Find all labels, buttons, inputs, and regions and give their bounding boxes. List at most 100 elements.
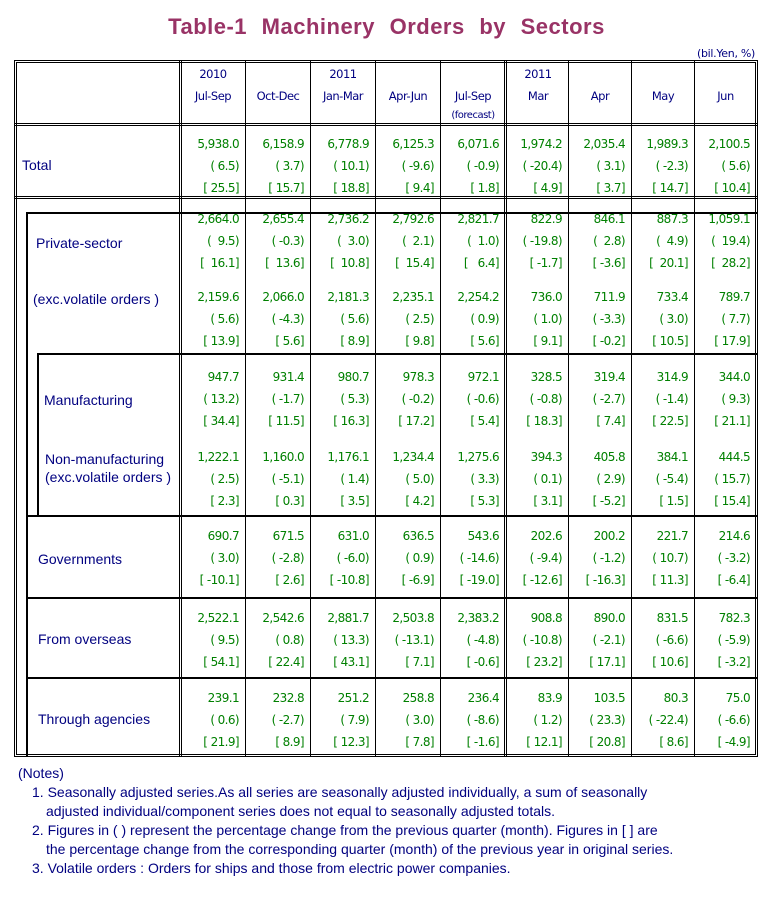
cell-qoq-change: ( 0.6) [210, 713, 239, 727]
data-cell: 2,655.4 ( -0.3) [ 13.6] [245, 208, 304, 274]
data-cell: 890.0 ( -2.1) [ 17.1] [568, 607, 625, 673]
cell-yoy-change: [ 25.5] [203, 181, 239, 195]
cell-value: 2,254.2 [457, 290, 499, 304]
cell-value: 2,736.2 [327, 212, 369, 226]
cell-yoy-change: [ -19.0] [459, 573, 500, 587]
data-cell: 202.6 ( -9.4) [ -12.6] [505, 525, 563, 591]
row-label-text: Governments [38, 551, 123, 567]
cell-qoq-change: ( 13.2) [203, 392, 239, 406]
cell-qoq-change: ( -20.4) [522, 159, 563, 173]
cell-qoq-change: ( 1.0) [467, 234, 499, 248]
row-label-text: From overseas [38, 631, 132, 647]
data-cell: 831.5 ( -6.6) [ 10.6] [631, 607, 688, 673]
cell-yoy-change: [ 21.9] [203, 735, 239, 749]
data-cell: 931.4 ( -1.7) [ 11.5] [245, 366, 304, 432]
note-3: 3. Volatile orders : Orders for ships an… [32, 860, 511, 876]
cell-value: 789.7 [718, 290, 751, 304]
cell-yoy-change: [ 22.4] [268, 655, 304, 669]
cell-qoq-change: ( 2.5) [405, 312, 434, 326]
cell-yoy-change: [ 17.9] [714, 334, 750, 348]
cell-value: 2,035.4 [583, 137, 625, 151]
cell-yoy-change: [ -6.9] [401, 573, 435, 587]
data-cell: 1,234.4 ( 5.0) [ 4.2] [375, 446, 434, 512]
data-cell: 2,254.2 ( 0.9) [ 5.6] [440, 286, 499, 352]
cell-yoy-change: [ 3.1] [533, 494, 562, 508]
data-cell: 232.8 ( -2.7) [ 8.9] [245, 687, 305, 753]
note-1-cont: adjusted individual/component series doe… [46, 803, 555, 819]
data-cell: 846.1 ( 2.8) [ -3.6] [568, 208, 626, 274]
cell-yoy-change: [ 7.4] [596, 414, 625, 428]
cell-yoy-change: [ 28.2] [711, 256, 751, 270]
cell-qoq-change: ( -3.2) [717, 551, 751, 565]
cell-yoy-change: [ 10.5] [652, 334, 688, 348]
cell-value: 690.7 [207, 529, 240, 543]
data-cell: 947.7 ( 13.2) [ 34.4] [180, 366, 239, 432]
data-cell: 789.7 ( 7.7) [ 17.9] [694, 286, 750, 352]
private-group-border [26, 212, 28, 757]
cell-qoq-change: ( -5.4) [655, 472, 689, 486]
data-cell: 2,792.6 ( 2.1) [ 15.4] [375, 208, 434, 274]
column-header-line: Oct-Dec [256, 89, 300, 103]
cell-value: 328.5 [530, 370, 563, 384]
data-cell: 822.9 ( -19.8) [ -1.7] [505, 208, 563, 274]
data-cell: 200.2 ( -1.2) [ -16.3] [568, 525, 626, 591]
cell-value: 103.5 [593, 691, 626, 705]
cell-qoq-change: ( 10.1) [333, 159, 369, 173]
cell-yoy-change: [ 11.3] [652, 573, 688, 587]
column-header: Apr [569, 63, 631, 125]
row-label-text: Private-sector [36, 235, 123, 251]
column-header-line [376, 63, 440, 85]
cell-yoy-change: [ -0.6] [466, 655, 500, 669]
cell-yoy-change: [ 22.5] [652, 414, 688, 428]
column-header-line [441, 63, 505, 85]
row-label-text: (exc.volatile orders ) [33, 291, 160, 307]
column-header-line: 2011 [524, 67, 552, 81]
cell-yoy-change: [ -6.4] [717, 573, 751, 587]
cell-yoy-change: [ 1.5] [659, 494, 688, 508]
data-cell: 631.0 ( -6.0) [ -10.8] [310, 525, 370, 591]
column-header-line [632, 107, 694, 125]
cell-value: 2,792.6 [392, 212, 434, 226]
cell-qoq-change: ( 3.7) [275, 159, 304, 173]
data-cell: 258.8 ( 3.0) [ 7.8] [375, 687, 435, 753]
data-cell: 103.5 ( 23.3) [ 20.8] [568, 687, 625, 753]
cell-yoy-change: [ 4.9] [533, 181, 562, 195]
cell-qoq-change: ( -22.4) [648, 713, 689, 727]
column-header: 2010 Jul-Sep [181, 63, 245, 125]
column-header-line [569, 63, 631, 85]
cell-qoq-change: ( -2.8) [271, 551, 305, 565]
cell-yoy-change: [ 8.9] [275, 735, 304, 749]
cell-yoy-change: [ -3.6] [592, 256, 626, 270]
data-cell: 314.9 ( -1.4) [ 22.5] [631, 366, 688, 432]
cell-value: 631.0 [337, 529, 370, 543]
cell-yoy-change: [ 9.4] [405, 181, 434, 195]
row-label-text-2: (exc.volatile orders ) [45, 469, 172, 485]
cell-yoy-change: [ 34.4] [203, 414, 239, 428]
row-label-text: Non-manufacturing [45, 451, 165, 467]
row-label: Non-manufacturing (exc.volatile orders ) [45, 450, 171, 486]
cell-value: 80.3 [663, 691, 689, 705]
data-cell: 711.9 ( -3.3) [ -0.2] [568, 286, 626, 352]
cell-qoq-change: ( -6.6) [717, 713, 751, 727]
cell-qoq-change: ( 3.0) [210, 551, 239, 565]
cell-yoy-change: [ 13.6] [265, 256, 305, 270]
cell-qoq-change: ( 2.5) [210, 472, 239, 486]
cell-yoy-change: [ 16.3] [333, 414, 369, 428]
cell-yoy-change: [ 15.4] [395, 256, 435, 270]
cell-qoq-change: ( 3.0) [659, 312, 688, 326]
column-header-line [311, 107, 375, 125]
cell-qoq-change: ( 5.6) [340, 312, 369, 326]
data-cell: 736.0 ( 1.0) [ 9.1] [505, 286, 563, 352]
cell-value: 1,989.3 [646, 137, 688, 151]
column-header: 2011 Jan-Mar [311, 63, 375, 125]
column-header: Apr-Jun [376, 63, 440, 125]
data-cell: 2,522.1 ( 9.5) [ 54.1] [180, 607, 239, 673]
cell-yoy-change: [ 18.3] [526, 414, 562, 428]
cell-yoy-change: [ 10.6] [652, 655, 688, 669]
data-cell: 6,778.9 ( 10.1) [ 18.8] [310, 133, 369, 199]
cell-value: 831.5 [656, 611, 689, 625]
data-cell: 782.3 ( -5.9) [ -3.2] [694, 607, 751, 673]
column-header-line: Apr-Jun [388, 89, 428, 103]
data-cell: 671.5 ( -2.8) [ 2.6] [245, 525, 305, 591]
cell-qoq-change: ( 9.5) [210, 633, 239, 647]
